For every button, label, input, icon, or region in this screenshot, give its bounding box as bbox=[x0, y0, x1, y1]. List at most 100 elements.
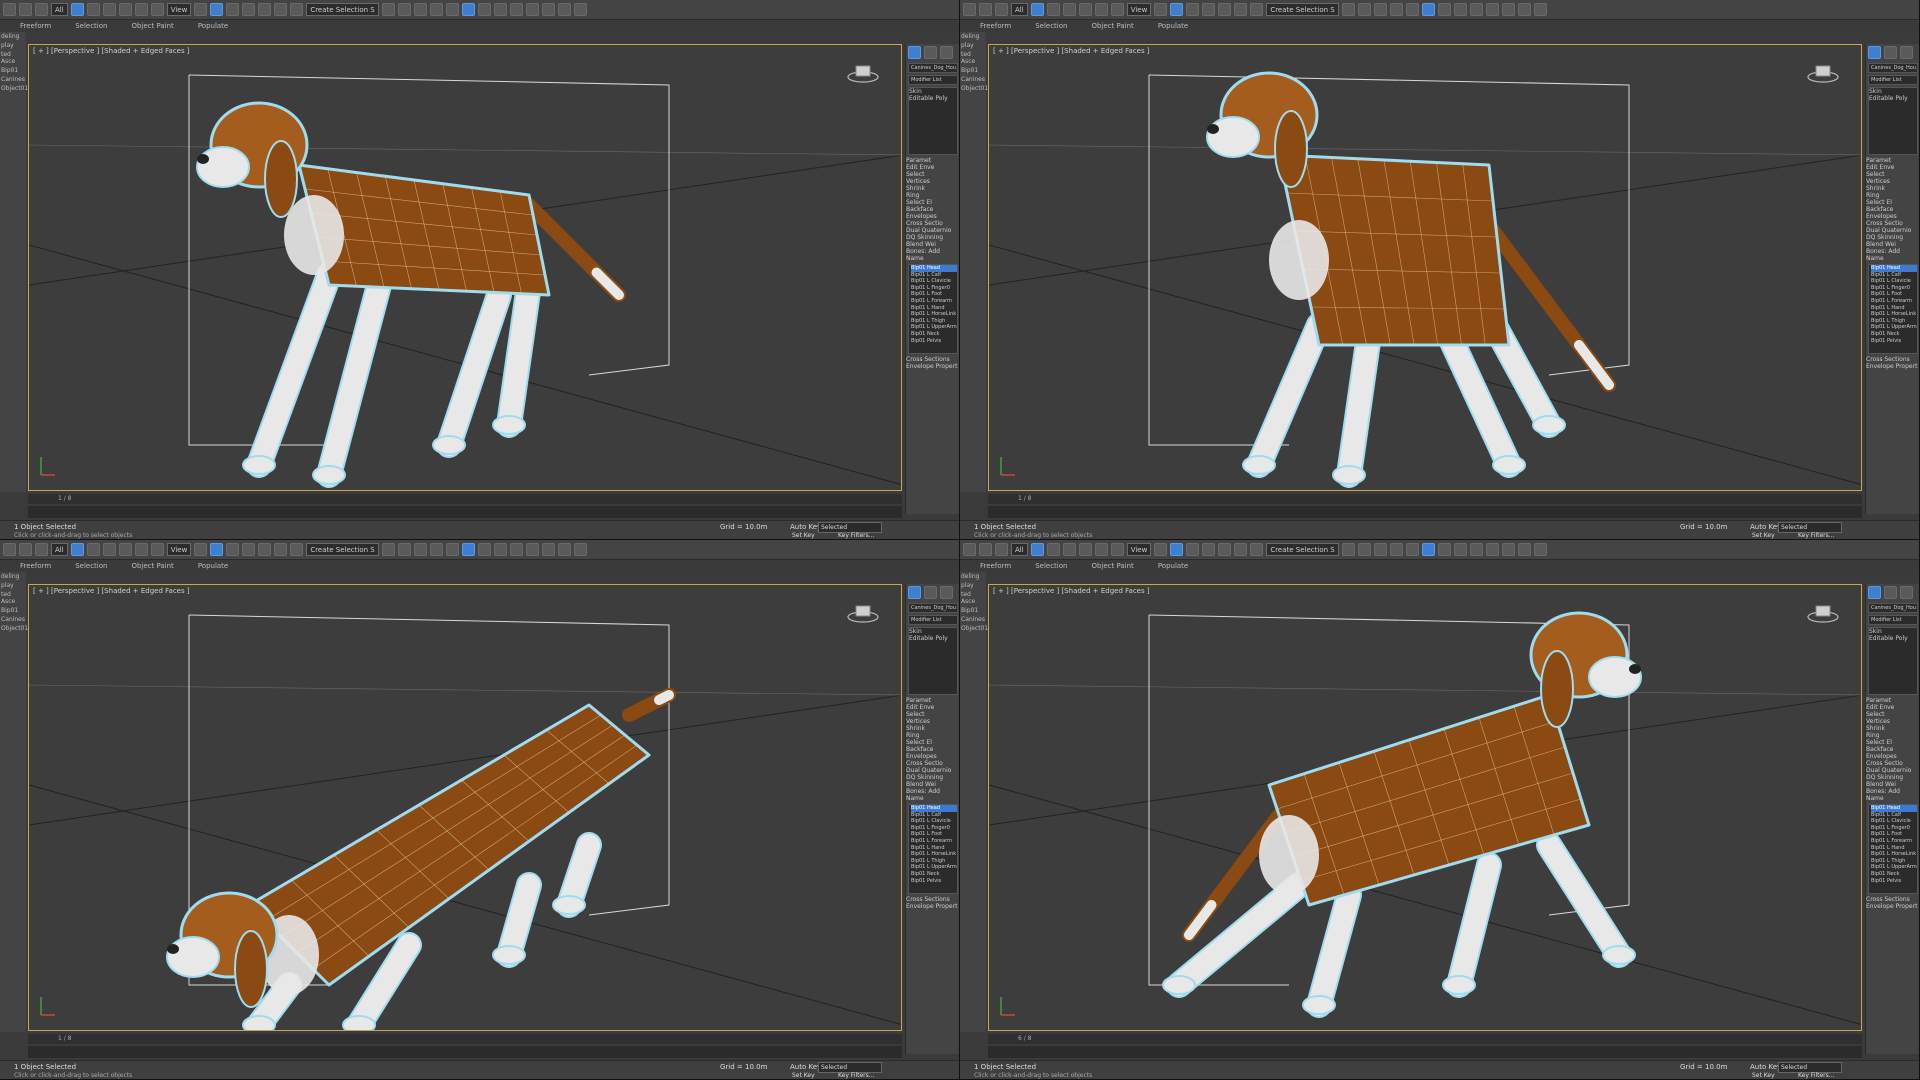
bone-list-item[interactable]: Bip01 L Thigh bbox=[911, 318, 957, 325]
vertices-checkbox[interactable]: Vertices bbox=[906, 178, 959, 185]
bone-list-item[interactable]: Bip01 L Finger0 bbox=[911, 825, 957, 832]
link-icon[interactable] bbox=[995, 3, 1008, 16]
select-manipulate-icon[interactable] bbox=[210, 3, 224, 16]
snap-icon[interactable] bbox=[1186, 3, 1200, 16]
layer-icon[interactable] bbox=[413, 543, 427, 556]
layer-icon[interactable] bbox=[1373, 543, 1387, 556]
ribbon-toggle-icon[interactable] bbox=[1389, 3, 1403, 16]
ribbon-toggle-icon[interactable] bbox=[1389, 543, 1403, 556]
rotate-icon[interactable] bbox=[134, 543, 148, 556]
bone-list-item[interactable]: Bip01 L Forearm bbox=[911, 838, 957, 845]
edit-envelopes-button[interactable]: Edit Enve bbox=[906, 164, 959, 171]
ribbon-tab-object-paint[interactable]: Object Paint bbox=[1091, 20, 1133, 32]
scene-item[interactable]: deling bbox=[0, 32, 26, 41]
select-object-icon[interactable] bbox=[1030, 3, 1044, 16]
bone-list-item[interactable]: Bip01 Pelvis bbox=[911, 878, 957, 885]
backface-checkbox[interactable]: Backface bbox=[906, 746, 959, 753]
scene-item[interactable]: ted Asce bbox=[960, 590, 986, 606]
scene-item[interactable]: play bbox=[0, 581, 26, 590]
envelopes-checkbox[interactable]: Envelopes bbox=[906, 753, 959, 760]
bone-list-item[interactable]: Bip01 Pelvis bbox=[1871, 338, 1917, 345]
scene-item[interactable]: Bip01 bbox=[960, 606, 986, 615]
schematic-view-icon[interactable] bbox=[461, 3, 475, 16]
reference-coord-dropdown[interactable]: View bbox=[166, 3, 192, 16]
bone-list[interactable]: Bip01 Head Bip01 L Calf Bip01 L Clavicle Bi… bbox=[908, 804, 958, 894]
ribbon-tab-freeform[interactable]: Freeform bbox=[980, 20, 1011, 32]
cross-sections-checkbox[interactable]: Cross Sectio bbox=[906, 220, 959, 227]
material-editor-icon[interactable] bbox=[1437, 543, 1451, 556]
teapot-icon[interactable] bbox=[1517, 543, 1531, 556]
cross-sections-checkbox[interactable]: Cross Sectio bbox=[1866, 760, 1919, 767]
backface-checkbox[interactable]: Backface bbox=[1866, 746, 1919, 753]
select-object-icon[interactable] bbox=[70, 3, 84, 16]
envelope-properties-rollout[interactable]: Envelope Propert bbox=[1866, 363, 1919, 370]
bone-list-item[interactable]: Bip01 L Thigh bbox=[1871, 318, 1917, 325]
vertices-checkbox[interactable]: Vertices bbox=[1866, 718, 1919, 725]
bone-list-item[interactable]: Bip01 Neck bbox=[1871, 331, 1917, 338]
a360-icon[interactable] bbox=[573, 543, 587, 556]
render-frame-icon[interactable] bbox=[509, 3, 523, 16]
ribbon-tab-selection[interactable]: Selection bbox=[75, 20, 107, 32]
bone-list-item[interactable]: Bip01 L Forearm bbox=[911, 298, 957, 305]
scene-item[interactable]: Canines bbox=[0, 615, 26, 624]
bone-list-item[interactable]: Bip01 L UpperArm bbox=[911, 864, 957, 871]
bone-list-item[interactable]: Bip01 L Calf bbox=[1871, 812, 1917, 819]
backface-checkbox[interactable]: Backface bbox=[906, 206, 959, 213]
scale-icon[interactable] bbox=[1110, 3, 1124, 16]
perspective-viewport[interactable]: [ + ] [Perspective ] [Shaded + Edged Fac… bbox=[988, 44, 1862, 491]
modify-tab-icon[interactable] bbox=[1884, 586, 1897, 599]
scene-item[interactable]: Bip01 bbox=[0, 66, 26, 75]
auto-key-button[interactable]: Auto Key bbox=[1750, 1063, 1781, 1071]
parameters-rollout[interactable]: Paramet bbox=[906, 157, 959, 164]
bone-list-item[interactable]: Bip01 L Forearm bbox=[1871, 838, 1917, 845]
a360-icon[interactable] bbox=[1533, 543, 1547, 556]
ribbon-toggle-icon[interactable] bbox=[429, 543, 443, 556]
scene-item[interactable]: deling bbox=[0, 572, 26, 581]
link-icon[interactable] bbox=[995, 543, 1008, 556]
modifier-list-dropdown[interactable]: Modifier List bbox=[908, 75, 958, 85]
bone-list-item[interactable]: Bip01 L Thigh bbox=[911, 858, 957, 865]
ring-button[interactable]: Ring bbox=[906, 732, 959, 739]
bone-list-item[interactable]: Bip01 L HorseLink bbox=[1871, 311, 1917, 318]
time-slider[interactable]: 1 / 8 bbox=[28, 1034, 902, 1044]
viewcube-icon[interactable] bbox=[1807, 603, 1839, 623]
select-element-checkbox[interactable]: Select El bbox=[906, 199, 959, 206]
vertices-checkbox[interactable]: Vertices bbox=[1866, 178, 1919, 185]
time-slider[interactable]: 1 / 8 bbox=[988, 494, 1862, 504]
ring-button[interactable]: Ring bbox=[1866, 192, 1919, 199]
edit-envelopes-button[interactable]: Edit Enve bbox=[1866, 704, 1919, 711]
pivot-icon[interactable] bbox=[194, 543, 208, 556]
ring-button[interactable]: Ring bbox=[1866, 732, 1919, 739]
angle-snap-icon[interactable] bbox=[1202, 3, 1216, 16]
schematic-view-icon[interactable] bbox=[1421, 3, 1435, 16]
scene-item[interactable]: Canines bbox=[960, 75, 986, 84]
link-icon[interactable] bbox=[35, 543, 48, 556]
percent-snap-icon[interactable] bbox=[258, 543, 272, 556]
edit-named-sel-icon[interactable] bbox=[1250, 543, 1264, 556]
object-name-field[interactable]: Canines_Dog_Hou bbox=[1868, 603, 1918, 613]
select-by-name-icon[interactable] bbox=[86, 3, 100, 16]
pivot-icon[interactable] bbox=[194, 3, 208, 16]
bone-list[interactable]: Bip01 Head Bip01 L Calf Bip01 L Clavicle Bi… bbox=[1868, 264, 1918, 354]
blend-weights-button[interactable]: Blend Wei bbox=[1866, 241, 1919, 248]
scene-item[interactable]: Bip01 bbox=[0, 606, 26, 615]
link-icon[interactable] bbox=[35, 3, 48, 16]
mirror-icon[interactable] bbox=[381, 543, 395, 556]
modifier-skin[interactable]: Skin bbox=[909, 88, 957, 95]
curve-editor-icon[interactable] bbox=[1405, 543, 1419, 556]
envelope-properties-rollout[interactable]: Envelope Propert bbox=[1866, 903, 1919, 910]
scene-item[interactable]: Object01 bbox=[960, 624, 988, 633]
ribbon-tab-object-paint[interactable]: Object Paint bbox=[131, 20, 173, 32]
bone-list-item[interactable]: Bip01 L Hand bbox=[911, 845, 957, 852]
ring-button[interactable]: Ring bbox=[906, 192, 959, 199]
bone-list-item[interactable]: Bip01 Pelvis bbox=[1871, 878, 1917, 885]
a360-icon[interactable] bbox=[1533, 3, 1547, 16]
edit-envelopes-button[interactable]: Edit Enve bbox=[906, 704, 959, 711]
undo-icon[interactable] bbox=[3, 3, 16, 16]
track-bar[interactable] bbox=[28, 506, 902, 518]
ribbon-tab-freeform[interactable]: Freeform bbox=[20, 560, 51, 572]
bone-list-item[interactable]: Bip01 L Clavicle bbox=[1871, 818, 1917, 825]
modifier-list-dropdown[interactable]: Modifier List bbox=[1868, 75, 1918, 85]
render-icon[interactable] bbox=[525, 543, 539, 556]
dq-skinning-checkbox[interactable]: DQ Skinning bbox=[906, 234, 959, 241]
